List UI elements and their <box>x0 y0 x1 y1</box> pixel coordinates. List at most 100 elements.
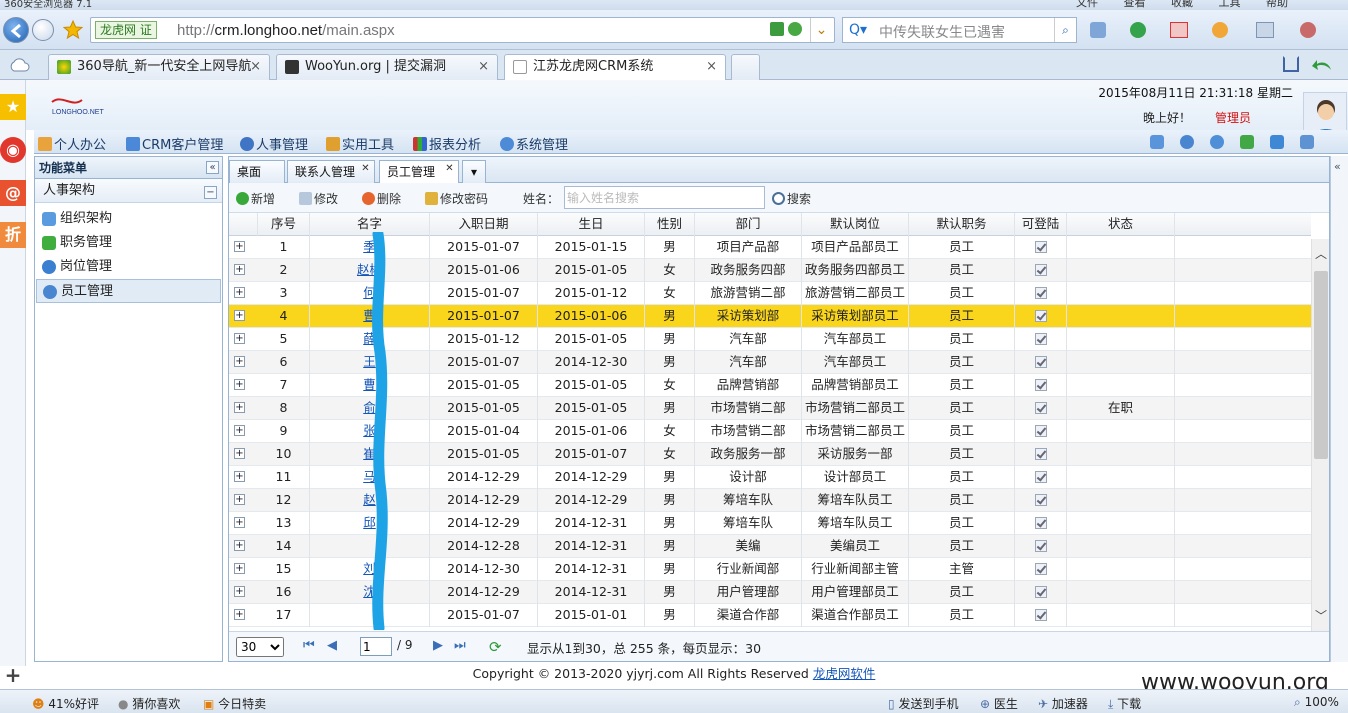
deals-item[interactable]: ▣ 今日特卖 <box>203 695 266 712</box>
search-engine-icon[interactable]: Q▾ <box>849 22 867 38</box>
table-row[interactable]: +5 薛 2015-01-12 2015-01-05 男汽车部 汽车部员工 员工 <box>229 328 1311 351</box>
tab-desktop[interactable]: 桌面 <box>229 160 285 183</box>
exit-icon[interactable] <box>1300 135 1314 149</box>
menu-tools[interactable]: 工具 <box>1219 0 1241 9</box>
menu-personal-office[interactable]: 个人办公 <box>38 134 106 153</box>
table-row[interactable]: +9 张 2015-01-04 2015-01-06 女市场营销二部 市场营销二部员工 员工 <box>229 420 1311 443</box>
user-account-icon[interactable] <box>1300 22 1316 38</box>
page-size-select[interactable]: 30 <box>236 637 284 657</box>
zoom-item[interactable]: ⌕ 100% <box>1294 695 1339 710</box>
last-page-icon[interactable]: ⏭ <box>454 638 466 653</box>
table-row[interactable]: +4 曹 2015-01-07 2015-01-06 男采访策划部 采访策划部员工 员工 <box>229 305 1311 328</box>
menu-view[interactable]: 查看 <box>1124 0 1146 9</box>
new-tab-button[interactable] <box>731 54 760 80</box>
checkbox-checked[interactable] <box>1034 333 1047 345</box>
close-icon[interactable]: ✕ <box>444 164 455 175</box>
expand-row-icon[interactable]: + <box>234 264 245 275</box>
table-row[interactable]: +17 2015-01-07 2015-01-01 男渠道合作部 渠道合作部员工 员工 <box>229 604 1311 627</box>
screenshot-icon[interactable] <box>1256 22 1274 38</box>
menu-hr[interactable]: 人事管理 <box>240 134 308 153</box>
back-button[interactable] <box>3 17 29 43</box>
undo-arrow-icon[interactable] <box>1311 56 1333 74</box>
expand-row-icon[interactable]: + <box>234 379 245 390</box>
menu-favorites[interactable]: 收藏 <box>1171 0 1193 9</box>
menu-system[interactable]: 系统管理 <box>500 134 568 153</box>
checkbox-checked[interactable] <box>1034 379 1047 391</box>
expand-row-icon[interactable]: + <box>234 471 245 482</box>
expand-row-icon[interactable]: + <box>234 356 245 367</box>
translate-icon[interactable] <box>1170 22 1188 38</box>
tab-close-icon[interactable]: × <box>706 55 717 79</box>
change-password-button[interactable]: 修改密码 <box>425 190 488 207</box>
checkbox-checked[interactable] <box>1034 448 1047 460</box>
header-no[interactable]: 序号 <box>258 213 310 236</box>
dropdown-chevron-icon[interactable]: ⌄ <box>810 18 832 42</box>
site-verified-badge[interactable]: 龙虎网 证 <box>95 21 157 39</box>
scroll-up-icon[interactable]: ︿ <box>1315 245 1327 262</box>
user-icon[interactable] <box>1180 135 1194 149</box>
checkbox-checked[interactable] <box>1034 609 1047 621</box>
edit-button[interactable]: 修改 <box>299 190 338 207</box>
next-page-icon[interactable]: ▶ <box>433 638 443 653</box>
address-bar[interactable]: 龙虎网 证 http://crm.longhoo.net/main.aspx ⌄ <box>90 17 835 43</box>
prev-page-icon[interactable]: ◀ <box>327 638 337 653</box>
sidebar-collapse-button[interactable]: « <box>206 161 219 174</box>
plugin-icon[interactable] <box>1240 135 1254 149</box>
checkbox-checked[interactable] <box>1034 563 1047 575</box>
menu-crm[interactable]: CRM客户管理 <box>126 134 223 153</box>
plugin-icon[interactable] <box>1212 22 1228 38</box>
sidebar-item-post[interactable]: 岗位管理 <box>36 255 221 279</box>
table-row[interactable]: +13 邱 2014-12-29 2014-12-31 男筹培车队 筹培车队员工 员工 <box>229 512 1311 535</box>
checkbox-checked[interactable] <box>1034 586 1047 598</box>
refresh-icon[interactable] <box>788 22 802 36</box>
expand-row-icon[interactable]: + <box>234 333 245 344</box>
discount-icon[interactable]: 折 <box>0 222 26 248</box>
section-toggle-button[interactable]: − <box>204 186 217 199</box>
tab-staff[interactable]: 员工管理 ✕ <box>379 160 459 184</box>
tab-contacts[interactable]: 联系人管理 ✕ <box>287 160 375 183</box>
header-hire-date[interactable]: 入职日期 <box>430 213 538 236</box>
expand-icon[interactable]: « <box>1334 160 1341 173</box>
table-row[interactable]: +3 何 2015-01-07 2015-01-12 女旅游营销二部 旅游营销二部员工 员工 <box>229 282 1311 305</box>
doctor-item[interactable]: ⊕ 医生 <box>980 695 1018 712</box>
table-row[interactable]: +10 崔 2015-01-05 2015-01-07 女政务服务一部 采访服务一部 员工 <box>229 443 1311 466</box>
right-collapse-bar[interactable]: « <box>1330 156 1348 662</box>
menu-reports[interactable]: 报表分析 <box>413 134 481 153</box>
expand-row-icon[interactable]: + <box>234 448 245 459</box>
expand-row-icon[interactable]: + <box>234 540 245 551</box>
header-department[interactable]: 部门 <box>695 213 802 236</box>
expand-row-icon[interactable]: + <box>234 609 245 620</box>
checkbox-checked[interactable] <box>1034 356 1047 368</box>
send-to-phone[interactable]: ▯ 发送到手机 <box>888 695 958 712</box>
header-post[interactable]: 默认岗位 <box>802 213 909 236</box>
scroll-down-icon[interactable]: ﹀ <box>1315 607 1327 624</box>
expand-row-icon[interactable]: + <box>234 310 245 321</box>
expand-row-icon[interactable]: + <box>234 517 245 528</box>
home-icon[interactable] <box>1283 56 1299 72</box>
table-row[interactable]: +1 季 2015-01-07 2015-01-15 男项目产品部 项目产品部员工 员工 <box>229 236 1311 259</box>
browser-tab-crm[interactable]: 江苏龙虎网CRM系统 × <box>504 54 726 81</box>
cloud-icon[interactable] <box>8 57 30 73</box>
table-row[interactable]: +12 赵 2014-12-29 2014-12-29 男筹培车队 筹培车队员工 员工 <box>229 489 1311 512</box>
table-row[interactable]: +16 沈 2014-12-29 2014-12-31 男用户管理部 用户管理部员工 员工 <box>229 581 1311 604</box>
settings-icon[interactable] <box>1210 135 1224 149</box>
favorite-star-icon[interactable] <box>63 20 83 40</box>
refresh-icon[interactable]: ⟳ <box>489 638 502 656</box>
header-gender[interactable]: 性别 <box>645 213 695 236</box>
header-duty[interactable]: 默认职务 <box>909 213 1015 236</box>
name-search-input[interactable] <box>564 186 765 209</box>
table-row[interactable]: +7 曹 2015-01-05 2015-01-05 女品牌营销部 品牌营销部员工 员工 <box>229 374 1311 397</box>
url-text[interactable]: http://crm.longhoo.net/main.aspx <box>177 22 395 39</box>
sidebar-section-hr[interactable]: 人事架构 <box>35 179 222 203</box>
checkbox-checked[interactable] <box>1034 310 1047 322</box>
current-user[interactable]: 管理员 <box>1215 109 1251 126</box>
checkbox-checked[interactable] <box>1034 287 1047 299</box>
search-hint[interactable]: 中传失联女生已遇害 <box>879 22 1005 42</box>
expand-row-icon[interactable]: + <box>234 287 245 298</box>
browser-tab-360[interactable]: 360导航_新一代安全上网导航 × <box>48 54 270 80</box>
table-row[interactable]: +6 王 2015-01-07 2014-12-30 男汽车部 汽车部员工 员工 <box>229 351 1311 374</box>
grid-apps-icon[interactable] <box>1090 22 1106 38</box>
tab-list-dropdown[interactable]: ▾ <box>462 160 486 183</box>
add-button[interactable]: 新增 <box>236 190 275 207</box>
checkbox-checked[interactable] <box>1034 425 1047 437</box>
